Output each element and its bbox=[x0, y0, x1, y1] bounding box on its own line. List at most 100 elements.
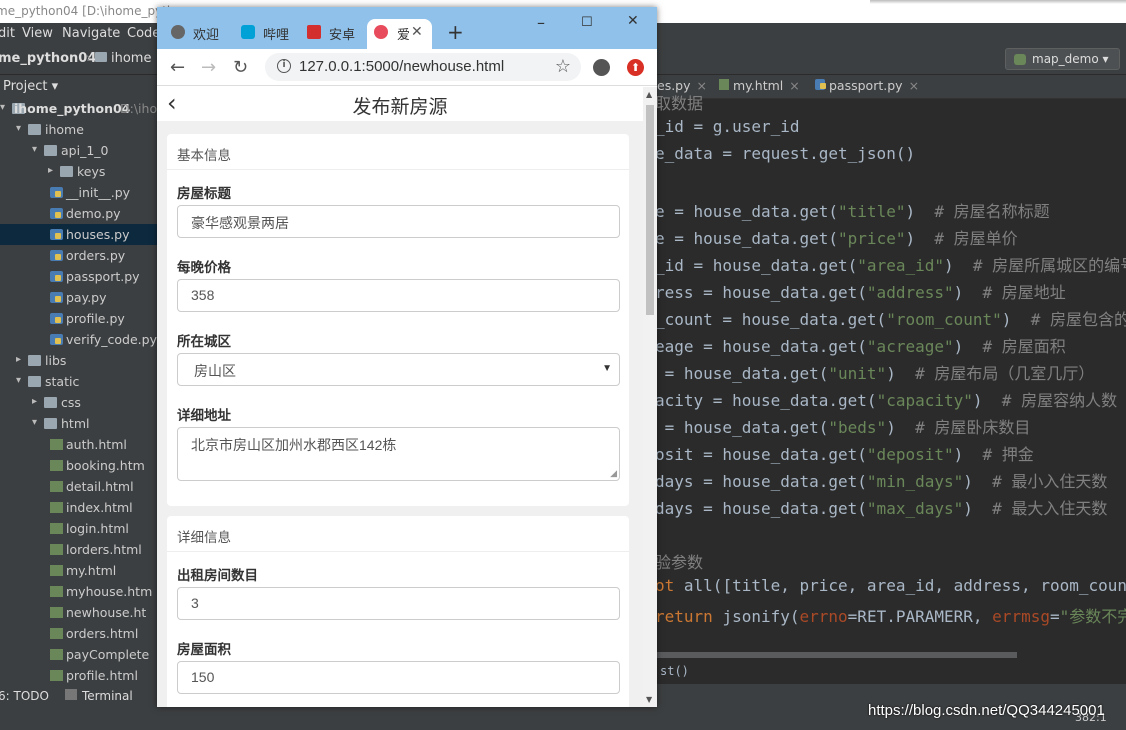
address-textarea[interactable]: 北京市房山区加州水郡西区142栋 ◢ bbox=[177, 427, 620, 481]
tree-item-label: static bbox=[45, 374, 80, 389]
todo-tab[interactable]: 6: TODO bbox=[0, 689, 49, 703]
scroll-up-icon[interactable]: ▲ bbox=[646, 90, 652, 99]
python-file-icon bbox=[50, 250, 63, 261]
browser-tab-android[interactable]: 安卓 bbox=[307, 19, 362, 49]
menu-code[interactable]: Code bbox=[127, 26, 160, 41]
tree-item[interactable]: ▸ libs bbox=[0, 350, 157, 371]
tree-item[interactable]: ▾ static bbox=[0, 371, 157, 392]
terminal-tab[interactable]: Terminal bbox=[82, 689, 133, 703]
extension-icon[interactable]: ⬆ bbox=[627, 59, 644, 76]
price-input[interactable]: 358 bbox=[177, 279, 620, 312]
breadcrumb-label: ihome bbox=[111, 51, 152, 66]
tree-item-label: myhouse.htm bbox=[66, 584, 153, 599]
tree-item[interactable]: booking.htm bbox=[0, 455, 157, 476]
tree-item[interactable]: auth.html bbox=[0, 434, 157, 455]
tree-item[interactable]: ▾ html bbox=[0, 413, 157, 434]
account-icon[interactable] bbox=[593, 59, 610, 76]
editor-horizontal-scrollbar[interactable] bbox=[657, 652, 1017, 658]
code-token: ) bbox=[953, 337, 983, 356]
tree-item[interactable]: ▸ keys bbox=[0, 161, 157, 182]
expand-arrow-icon[interactable]: ▾ bbox=[32, 417, 37, 428]
price-label: 每晚价格 bbox=[177, 260, 231, 275]
tree-item[interactable]: my.html bbox=[0, 560, 157, 581]
tree-item[interactable]: index.html bbox=[0, 497, 157, 518]
tree-item[interactable]: profile.html bbox=[0, 665, 157, 686]
tree-item[interactable]: orders.py bbox=[0, 245, 157, 266]
browser-tab-active[interactable]: 爱 ✕ bbox=[367, 19, 432, 49]
tree-item[interactable]: ▾ ihome_python04 D:\iho bbox=[0, 98, 157, 119]
acreage-input[interactable]: 150 bbox=[177, 661, 620, 694]
resize-grip-icon[interactable]: ◢ bbox=[610, 468, 617, 479]
title-input[interactable]: 豪华感观景两居 bbox=[177, 205, 620, 238]
close-window-button[interactable]: ✕ bbox=[627, 13, 639, 29]
tree-item[interactable]: pay.py bbox=[0, 287, 157, 308]
code-token: ) bbox=[972, 391, 1002, 410]
browser-tab-welcome[interactable]: 欢迎 bbox=[171, 19, 231, 49]
run-config-select[interactable]: map_demo ▾ bbox=[1005, 48, 1120, 70]
python-file-icon bbox=[50, 208, 63, 219]
reload-icon[interactable]: ↻ bbox=[233, 57, 248, 78]
tree-item-label: orders.py bbox=[66, 248, 126, 263]
code-editor[interactable]: 取数据 _id = g.user_id e_data = request.get_j… bbox=[655, 94, 1126, 684]
tree-item[interactable]: demo.py bbox=[0, 203, 157, 224]
tree-item[interactable]: passport.py bbox=[0, 266, 157, 287]
tree-item[interactable]: orders.html bbox=[0, 623, 157, 644]
tree-item[interactable]: verify_code.py bbox=[0, 329, 157, 350]
expand-arrow-icon[interactable]: ▾ bbox=[16, 375, 21, 386]
code-token: errmsg bbox=[992, 607, 1050, 626]
close-icon[interactable]: × bbox=[789, 78, 799, 93]
collapse-arrow-icon[interactable]: ▸ bbox=[48, 165, 53, 176]
tree-item[interactable]: payComplete bbox=[0, 644, 157, 665]
expand-arrow-icon[interactable]: ▾ bbox=[16, 123, 21, 134]
scrollbar-thumb[interactable] bbox=[646, 105, 654, 315]
new-tab-button[interactable]: + bbox=[447, 20, 464, 44]
code-token: "beds" bbox=[828, 418, 887, 437]
breadcrumb[interactable]: ihome bbox=[95, 51, 151, 66]
tree-item-label: keys bbox=[77, 164, 106, 179]
collapse-arrow-icon[interactable]: ▸ bbox=[16, 354, 21, 365]
minimize-button[interactable]: – bbox=[537, 13, 545, 32]
code-token: = house_data.get( bbox=[655, 418, 829, 437]
project-name[interactable]: me_python04 bbox=[0, 51, 96, 66]
tree-item[interactable]: __init__.py bbox=[0, 182, 157, 203]
scroll-down-icon[interactable]: ▼ bbox=[646, 695, 652, 704]
code-token: 取数据 bbox=[655, 94, 704, 113]
area-select[interactable]: 房山区 ▼ bbox=[177, 353, 620, 386]
area-select-value: 房山区 bbox=[194, 363, 236, 379]
code-line: = house_data.get("unit") # 房屋布局（几室几厅） bbox=[655, 360, 1095, 384]
tree-item[interactable]: ▾ ihome bbox=[0, 119, 157, 140]
close-icon[interactable]: × bbox=[909, 78, 919, 93]
tree-item[interactable]: profile.py bbox=[0, 308, 157, 329]
info-icon[interactable]: i bbox=[277, 59, 291, 73]
browser-tab-bilibili[interactable]: 哔哩 bbox=[241, 19, 301, 49]
expand-arrow-icon[interactable]: ▾ bbox=[32, 144, 37, 155]
tree-item[interactable]: login.html bbox=[0, 518, 157, 539]
tree-item[interactable]: ▾ api_1_0 bbox=[0, 140, 157, 161]
tree-item[interactable]: newhouse.ht bbox=[0, 602, 157, 623]
tree-item[interactable]: houses.py bbox=[0, 224, 157, 245]
editor-tab-my-html[interactable]: my.html × bbox=[719, 78, 800, 93]
room-count-input[interactable]: 3 bbox=[177, 587, 620, 620]
tree-item[interactable]: detail.html bbox=[0, 476, 157, 497]
collapse-arrow-icon[interactable]: ▸ bbox=[32, 396, 37, 407]
bookmark-star-icon[interactable]: ☆ bbox=[555, 56, 571, 77]
tree-item[interactable]: myhouse.htm bbox=[0, 581, 157, 602]
menu-navigate[interactable]: Navigate bbox=[62, 26, 120, 41]
back-icon[interactable]: ← bbox=[170, 57, 185, 78]
tree-item[interactable]: ▸ css bbox=[0, 392, 157, 413]
project-panel-header[interactable]: Project ▾ bbox=[0, 76, 157, 98]
editor-tab-passport[interactable]: passport.py × bbox=[815, 78, 919, 93]
code-token: "acreage" bbox=[866, 337, 954, 356]
tree-item[interactable]: lorders.html bbox=[0, 539, 157, 560]
close-icon[interactable]: ✕ bbox=[411, 23, 423, 40]
forward-icon[interactable]: → bbox=[201, 57, 216, 78]
page-scrollbar[interactable]: ▲ ▼ bbox=[643, 87, 657, 707]
tree-item-label: index.html bbox=[66, 500, 133, 515]
maximize-button[interactable]: ☐ bbox=[581, 15, 593, 30]
code-token: # 房屋面积 bbox=[982, 337, 1066, 356]
menu-view[interactable]: View bbox=[22, 26, 53, 41]
expand-arrow-icon[interactable]: ▾ bbox=[0, 102, 5, 113]
menu-edit[interactable]: dit bbox=[0, 26, 15, 41]
address-bar[interactable]: i 127.0.0.1:5000/newhouse.html ☆ bbox=[265, 53, 581, 81]
code-line: _id = house_data.get("area_id") # 房屋所属城区… bbox=[655, 252, 1126, 276]
